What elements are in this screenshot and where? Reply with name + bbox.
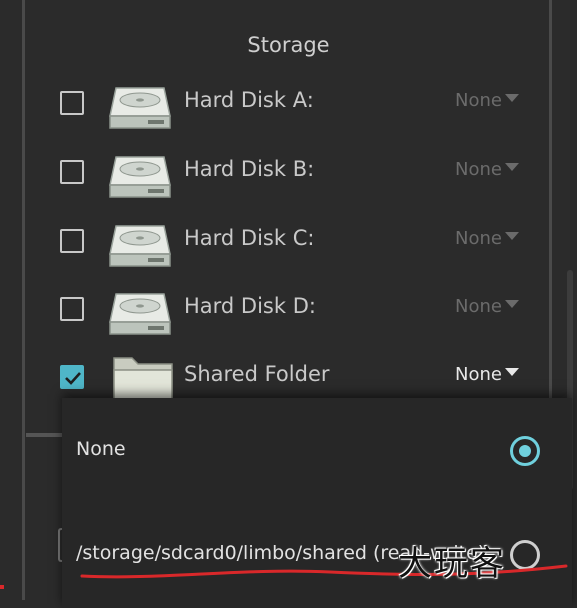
hard-disk-icon xyxy=(109,293,171,335)
hard-disk-b-checkbox[interactable] xyxy=(60,160,84,184)
chevron-down-icon xyxy=(504,163,519,171)
hard-disk-d-checkbox[interactable] xyxy=(60,297,84,321)
hard-disk-d-label: Hard Disk D: xyxy=(184,294,316,318)
hard-disk-icon xyxy=(109,225,171,267)
shared-folder-label: Shared Folder xyxy=(184,362,330,386)
annotation-dot xyxy=(0,585,4,589)
hard-disk-b-label: Hard Disk B: xyxy=(184,157,315,181)
shared-folder-dropdown[interactable]: None xyxy=(455,364,519,385)
hard-disk-c-value: None xyxy=(455,228,502,249)
dialog-title: Storage xyxy=(247,33,330,57)
watermark-logo: 大玩客 xyxy=(398,544,506,584)
storage-row-hard-disk-b[interactable]: Hard Disk B: None xyxy=(0,145,577,205)
shared-folder-value: None xyxy=(455,364,502,385)
radio-selected-icon[interactable] xyxy=(510,436,540,466)
hard-disk-a-checkbox[interactable] xyxy=(60,91,84,115)
hard-disk-icon xyxy=(109,87,171,129)
storage-row-hard-disk-c[interactable]: Hard Disk C: None xyxy=(0,214,577,274)
storage-row-hard-disk-d[interactable]: Hard Disk D: None xyxy=(0,282,577,342)
hard-disk-icon xyxy=(109,156,171,198)
shared-folder-checkbox[interactable] xyxy=(60,365,84,389)
popup-option-none[interactable]: None xyxy=(62,420,572,480)
hard-disk-a-value: None xyxy=(455,90,502,111)
hard-disk-d-dropdown[interactable]: None xyxy=(455,296,519,317)
chevron-down-icon xyxy=(504,368,519,376)
chevron-down-icon xyxy=(504,232,519,240)
hard-disk-b-value: None xyxy=(455,159,502,180)
hard-disk-a-label: Hard Disk A: xyxy=(184,88,314,112)
popup-option-none-label: None xyxy=(76,438,126,460)
hard-disk-d-value: None xyxy=(455,296,502,317)
storage-row-hard-disk-a[interactable]: Hard Disk A: None xyxy=(0,76,577,136)
check-icon xyxy=(65,372,81,385)
hard-disk-c-dropdown[interactable]: None xyxy=(455,228,519,249)
hard-disk-c-label: Hard Disk C: xyxy=(184,226,315,250)
hard-disk-b-dropdown[interactable]: None xyxy=(455,159,519,180)
underlying-divider xyxy=(26,433,66,437)
chevron-down-icon xyxy=(504,94,519,102)
chevron-down-icon xyxy=(504,300,519,308)
hard-disk-a-dropdown[interactable]: None xyxy=(455,90,519,111)
hard-disk-c-checkbox[interactable] xyxy=(60,229,84,253)
